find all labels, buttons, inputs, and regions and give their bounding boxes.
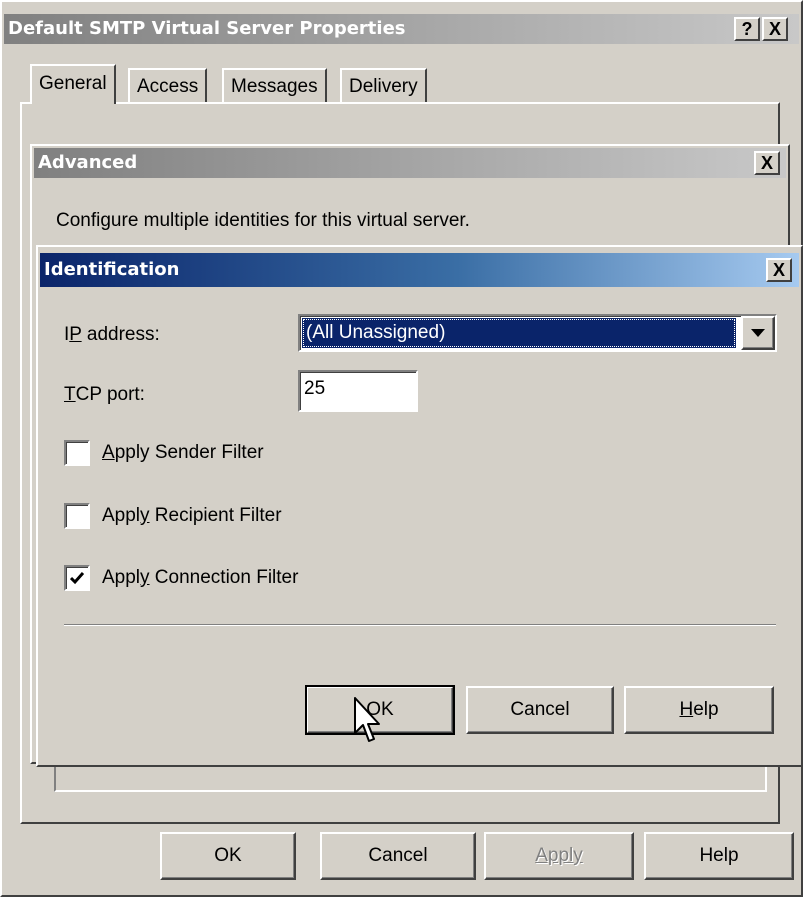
ok-button[interactable]: OK (160, 832, 296, 880)
help-button-label: Help (699, 845, 739, 866)
close-icon: X (760, 152, 773, 173)
ip-address-label: IP address: (64, 324, 160, 345)
chevron-down-icon (751, 329, 765, 337)
mouse-cursor-icon (354, 697, 380, 742)
tab-general-label: General (39, 73, 107, 94)
close-icon: X (768, 18, 781, 39)
ip-address-dropdown[interactable]: (All Unassigned) (298, 314, 777, 352)
apply-recipient-filter-checkbox[interactable]: Apply Recipient Filter (64, 503, 282, 529)
apply-sender-filter-label: Apply Sender Filter (102, 442, 264, 463)
tab-messages[interactable]: Messages (222, 68, 327, 104)
checkbox-box[interactable] (64, 440, 90, 466)
advanced-description: Configure multiple identities for this v… (56, 210, 470, 231)
context-help-button[interactable]: ? (734, 17, 760, 41)
apply-connection-filter-label: Apply Connection Filter (102, 567, 299, 588)
identification-close-button[interactable]: X (766, 258, 792, 282)
tab-delivery[interactable]: Delivery (340, 68, 427, 104)
apply-button-label: Apply (535, 845, 583, 866)
identification-cancel-button[interactable]: Cancel (466, 686, 614, 734)
tab-delivery-label: Delivery (349, 76, 418, 97)
tcp-port-input[interactable]: 25 (298, 370, 418, 412)
tab-general[interactable]: General (30, 64, 116, 104)
close-icon: X (772, 259, 785, 280)
cancel-button-label: Cancel (368, 845, 428, 866)
outer-dialog-title: Default SMTP Virtual Server Properties (8, 18, 406, 39)
checkmark-icon (70, 572, 84, 585)
advanced-dialog-titlebar: Advanced (34, 148, 786, 178)
tab-access-label: Access (137, 76, 199, 97)
tab-messages-label: Messages (231, 76, 318, 97)
ip-address-selected: (All Unassigned) (302, 318, 736, 348)
separator (64, 624, 776, 626)
cancel-button[interactable]: Cancel (320, 832, 476, 880)
tcp-port-label: TCP port: (64, 384, 145, 405)
tab-access[interactable]: Access (128, 68, 208, 104)
advanced-dialog-title: Advanced (38, 152, 138, 173)
identification-dialog-titlebar: Identification (40, 253, 799, 287)
identification-help-label: Help (679, 699, 719, 720)
help-button[interactable]: Help (644, 832, 794, 880)
outer-close-button[interactable]: X (762, 17, 788, 41)
identification-help-button[interactable]: Help (624, 686, 774, 734)
ok-button-label: OK (214, 845, 242, 866)
identification-cancel-label: Cancel (510, 699, 570, 720)
question-icon: ? (741, 18, 753, 39)
checkbox-box[interactable] (64, 565, 90, 591)
outer-dialog-titlebar: Default SMTP Virtual Server Properties (4, 14, 799, 44)
identification-dialog-title: Identification (44, 259, 180, 280)
checkbox-box[interactable] (64, 503, 90, 529)
apply-sender-filter-checkbox[interactable]: Apply Sender Filter (64, 440, 264, 466)
advanced-close-button[interactable]: X (754, 151, 780, 175)
dropdown-arrow-button[interactable] (741, 316, 775, 350)
apply-recipient-filter-label: Apply Recipient Filter (102, 505, 282, 526)
apply-button[interactable]: Apply (484, 832, 634, 880)
apply-connection-filter-checkbox[interactable]: Apply Connection Filter (64, 565, 298, 591)
identification-ok-button[interactable]: OK (305, 685, 455, 735)
